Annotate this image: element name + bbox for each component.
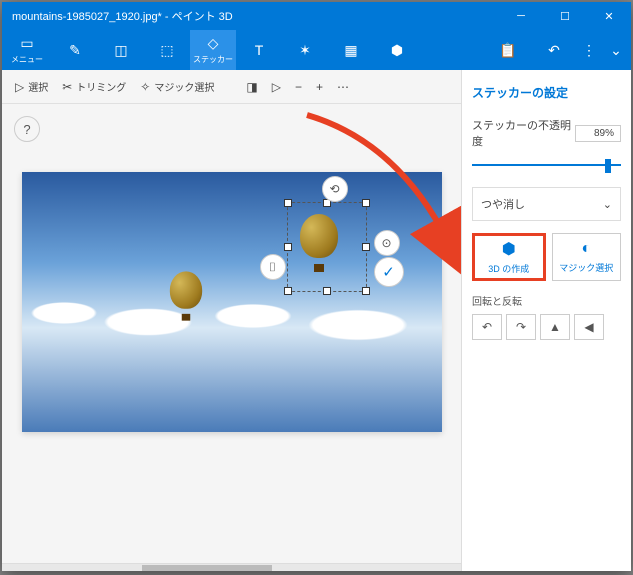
crop-icon: ✂: [62, 80, 72, 94]
rotation-label: 回転と反転: [472, 293, 621, 308]
opacity-value[interactable]: 89%: [575, 125, 621, 142]
close-button[interactable]: ✕: [587, 2, 631, 30]
menu-label: メニュー: [11, 54, 43, 65]
canvas-icon: ▦: [344, 42, 357, 59]
zoom-in-tool[interactable]: +: [311, 77, 328, 97]
text-button[interactable]: T: [236, 30, 282, 70]
flag-tool[interactable]: ▷: [267, 77, 286, 97]
3d-view-tool[interactable]: ◨: [241, 77, 262, 97]
paste-button[interactable]: 📋: [485, 30, 531, 70]
cube-icon: ⬢: [502, 239, 516, 259]
effects-icon: ✶: [299, 42, 311, 59]
resize-handle[interactable]: [284, 243, 292, 251]
text-icon: T: [255, 42, 264, 58]
folder-icon: ▭: [20, 35, 33, 52]
make-3d-label: 3D の作成: [488, 262, 529, 275]
brush-icon: ✎: [69, 42, 81, 59]
magic-select-button[interactable]: ◐ マジック選択: [552, 233, 622, 281]
3d-library-button[interactable]: ⬢: [374, 30, 420, 70]
pointer-tool[interactable]: ▷ 選択: [10, 76, 53, 97]
titlebar: mountains-1985027_1920.jpg* - ペイント 3D ─ …: [2, 2, 631, 30]
more-button[interactable]: ⋮: [577, 30, 601, 70]
crop-tool[interactable]: ✂ トリミング: [57, 76, 131, 97]
brushes-button[interactable]: ✎: [52, 30, 98, 70]
zoom-out-tool[interactable]: −: [290, 77, 307, 97]
minus-icon: −: [295, 80, 302, 94]
undo-button[interactable]: ↶: [531, 30, 577, 70]
main-toolbar: ▭ メニュー ✎ ◫ ⬚ ◇ ステッカー T ✶ ▦ ⬢ 📋 ↶ ⋮ ⌄: [2, 30, 631, 70]
balloon-sticker-1[interactable]: [169, 271, 201, 320]
make-3d-button[interactable]: ⬢ 3D の作成: [472, 233, 546, 281]
side-panel: ステッカーの設定 ステッカーの不透明度 89% つや消し ⌄ ⬢ 3D の作成 …: [461, 70, 631, 571]
help-button[interactable]: ?: [14, 116, 40, 142]
more-tool[interactable]: ⋯: [332, 77, 354, 97]
minimize-button[interactable]: ─: [499, 2, 543, 30]
resize-handle[interactable]: [284, 199, 292, 207]
3d-shapes-button[interactable]: ⬚: [144, 30, 190, 70]
rotate-right-button[interactable]: ↷: [506, 314, 536, 340]
rotate-left-button[interactable]: ↶: [472, 314, 502, 340]
canvas-area: ▷ 選択 ✂ トリミング ✧ マジック選択 ◨ ▷ − + ⋯ ?: [2, 70, 461, 571]
scroll-thumb[interactable]: [142, 565, 272, 571]
expand-button[interactable]: ⌄: [601, 30, 631, 70]
pointer-icon: ▷: [15, 80, 24, 94]
chevron-down-icon: ⌄: [603, 198, 612, 211]
menu-button[interactable]: ▭ メニュー: [2, 30, 52, 70]
view-icon: ◨: [246, 80, 257, 94]
horizontal-scrollbar[interactable]: [2, 563, 461, 571]
chevron-down-icon: ⌄: [610, 42, 622, 59]
flip-horizontal-button[interactable]: ▲: [540, 314, 570, 340]
select-label: 選択: [28, 79, 48, 94]
magic-icon: ✧: [140, 80, 150, 94]
trim-label: トリミング: [76, 79, 126, 94]
person-icon: ◐: [581, 240, 591, 258]
magic-select-tool[interactable]: ✧ マジック選択: [135, 76, 219, 97]
effects-button[interactable]: ✶: [282, 30, 328, 70]
flip-vertical-button[interactable]: ◀: [574, 314, 604, 340]
canvas-button[interactable]: ▦: [328, 30, 374, 70]
flag-icon: ▷: [272, 80, 281, 94]
magic-select-label: マジック選択: [559, 261, 613, 274]
more-icon: ⋮: [582, 42, 596, 59]
help-icon: ?: [23, 122, 30, 137]
2d-shapes-button[interactable]: ◫: [98, 30, 144, 70]
opacity-label: ステッカーの不透明度: [472, 117, 575, 149]
sticker-label: ステッカー: [193, 54, 233, 65]
plus-icon: +: [316, 80, 323, 94]
cube-icon: ⬚: [160, 42, 173, 59]
shapes-icon: ◫: [114, 42, 127, 59]
dots-icon: ⋯: [337, 80, 349, 94]
slider-thumb[interactable]: [605, 159, 611, 173]
window-title: mountains-1985027_1920.jpg* - ペイント 3D: [2, 8, 499, 24]
maximize-button[interactable]: ☐: [543, 2, 587, 30]
undo-icon: ↶: [548, 42, 560, 59]
resize-handle[interactable]: [284, 287, 292, 295]
annotation-arrow: [292, 100, 461, 305]
library-icon: ⬢: [391, 42, 403, 59]
canvas-toolbar: ▷ 選択 ✂ トリミング ✧ マジック選択 ◨ ▷ − + ⋯: [2, 70, 461, 104]
stickers-button[interactable]: ◇ ステッカー: [190, 30, 236, 70]
magic-label: マジック選択: [154, 79, 214, 94]
slider-track: [472, 164, 621, 166]
matte-label: つや消し: [481, 196, 525, 212]
paste-icon: 📋: [499, 42, 516, 59]
matte-dropdown[interactable]: つや消し ⌄: [472, 187, 621, 221]
stamp-button[interactable]: ⌷: [260, 254, 286, 280]
sticker-icon: ◇: [208, 35, 219, 52]
panel-title: ステッカーの設定: [472, 84, 621, 101]
opacity-slider[interactable]: [472, 155, 621, 175]
